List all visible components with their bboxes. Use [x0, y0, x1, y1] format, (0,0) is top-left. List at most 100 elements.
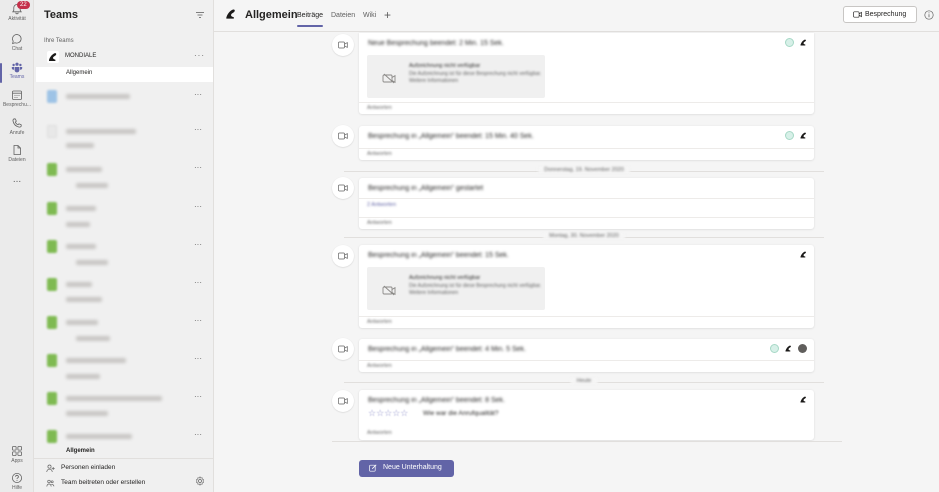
- phone-icon: [12, 118, 22, 128]
- team-row-blurred[interactable]: ···: [44, 278, 214, 314]
- rail-calls[interactable]: Anrufe: [0, 117, 34, 143]
- more-options-icon[interactable]: ···: [194, 316, 202, 325]
- post-title: Besprechung in „Allgemein“ beendet: 8 Se…: [368, 397, 505, 404]
- rail-teams[interactable]: Teams: [0, 61, 34, 87]
- meeting-post-marker: [332, 177, 354, 199]
- more-options-icon[interactable]: ···: [194, 125, 202, 134]
- calendar-icon: [12, 90, 22, 100]
- tab-wiki[interactable]: Wiki: [363, 12, 376, 19]
- team-avatar: [47, 240, 57, 253]
- recording-card[interactable]: Aufzeichnung nicht verfügbar Die Aufzeic…: [367, 267, 545, 310]
- add-person-icon: [46, 464, 55, 473]
- team-row-blurred[interactable]: ···: [44, 125, 214, 161]
- date-separator: Donnerstag, 19. November 2020: [344, 166, 824, 176]
- team-logo-icon: [800, 396, 806, 403]
- recording-link[interactable]: Weitere Informationen: [409, 78, 458, 84]
- video-camera-icon: [338, 184, 348, 192]
- date-separator: Montag, 30. November 2020: [344, 232, 824, 242]
- meet-button[interactable]: Besprechung: [843, 6, 917, 23]
- rail-help[interactable]: Hilfe: [0, 472, 34, 492]
- rail-help-label: Hilfe: [11, 485, 22, 491]
- help-icon: [12, 473, 22, 483]
- rail-chat-label: Chat: [11, 46, 23, 52]
- meeting-post[interactable]: Besprechung in „Allgemein“ beendet: 15 S…: [359, 245, 814, 328]
- video-camera-icon: [853, 11, 862, 18]
- team-row-blurred[interactable]: ···: [44, 316, 214, 352]
- date-separator: Heute: [344, 377, 824, 387]
- teams-panel: Teams Ihre Teams MONDIALE ··· Allgemein …: [34, 0, 214, 492]
- post-title: Besprechung in „Allgemein“ beendet: 4 Mi…: [368, 346, 526, 353]
- tab-beitraege[interactable]: Beiträge: [297, 12, 324, 27]
- team-row-blurred[interactable]: Allgemein ···: [44, 430, 214, 456]
- more-options-icon[interactable]: ···: [194, 430, 202, 439]
- rail-chat[interactable]: Chat: [0, 33, 34, 59]
- avatar: [770, 344, 779, 353]
- reply-button[interactable]: Antworten: [359, 360, 814, 372]
- meeting-post[interactable]: Neue Besprechung beendet: 2 Min. 15 Sek.…: [359, 33, 814, 114]
- reply-label: Antworten: [367, 151, 392, 157]
- meeting-post-marker: [332, 125, 354, 147]
- video-camera-icon: [338, 132, 348, 140]
- recording-link[interactable]: Weitere Informationen: [409, 290, 458, 296]
- replies-link[interactable]: 2 Antworten: [367, 202, 396, 208]
- more-options-icon[interactable]: ···: [194, 90, 202, 99]
- channel-name: Allgemein: [66, 70, 93, 76]
- team-name-blurred: [76, 336, 110, 341]
- more-options-icon[interactable]: ···: [194, 354, 202, 363]
- rail-apps[interactable]: Apps: [0, 445, 34, 471]
- more-options-icon[interactable]: ···: [194, 163, 202, 172]
- reply-button[interactable]: Antworten: [359, 102, 814, 114]
- recording-unavailable-icon: [382, 73, 396, 84]
- team-avatar: [47, 392, 57, 405]
- team-name-blurred: [76, 260, 108, 265]
- panel-title: Teams: [44, 9, 79, 21]
- team-row-blurred[interactable]: ···: [44, 392, 214, 428]
- meeting-post[interactable]: Besprechung in „Allgemein“ beendet: 15 M…: [359, 126, 814, 160]
- team-row-blurred[interactable]: ···: [44, 354, 214, 390]
- reply-label: Antworten: [367, 319, 392, 325]
- team-logo-icon: [800, 251, 806, 258]
- team-row-blurred[interactable]: ···: [44, 202, 214, 238]
- tab-dateien[interactable]: Dateien: [331, 12, 355, 19]
- invite-people-label: Personen einladen: [61, 464, 116, 471]
- reply-button[interactable]: Antworten: [359, 217, 814, 229]
- meeting-post[interactable]: Besprechung in „Allgemein“ beendet: 4 Mi…: [359, 339, 814, 372]
- recording-unavailable-icon: [382, 285, 396, 296]
- filter-icon[interactable]: [195, 10, 205, 20]
- add-tab-button[interactable]: +: [384, 8, 391, 22]
- recording-title: Aufzeichnung nicht verfügbar: [409, 275, 481, 281]
- channel-info-icon[interactable]: [924, 10, 934, 20]
- channel-row-allgemein[interactable]: Allgemein: [36, 67, 213, 82]
- call-quality-stars[interactable]: ☆☆☆☆☆: [368, 408, 408, 419]
- recording-desc: Die Aufzeichnung ist für diese Besprechu…: [409, 71, 542, 77]
- rail-activity[interactable]: 22 Aktivität: [0, 1, 34, 29]
- gear-icon[interactable]: [195, 476, 205, 486]
- more-options-icon[interactable]: ···: [194, 51, 205, 60]
- team-name: MONDIALE: [65, 53, 97, 59]
- meeting-post-marker: [332, 245, 354, 267]
- rail-more-button[interactable]: ...: [0, 175, 34, 202]
- video-camera-icon: [338, 397, 348, 405]
- reply-button[interactable]: Antworten: [359, 428, 814, 440]
- reply-button[interactable]: Antworten: [359, 316, 814, 328]
- team-name-blurred: [66, 167, 102, 172]
- channel-name: Allgemein: [66, 448, 95, 454]
- meeting-post[interactable]: Besprechung in „Allgemein“ gestartet 2 A…: [359, 178, 814, 229]
- team-row-blurred[interactable]: ···: [44, 163, 214, 199]
- rail-calendar[interactable]: Besprechu...: [0, 89, 34, 115]
- date-separator-label: Montag, 30. November 2020: [543, 233, 625, 239]
- meeting-post-marker: [332, 34, 354, 56]
- meeting-post[interactable]: Besprechung in „Allgemein“ beendet: 8 Se…: [359, 390, 814, 440]
- rail-files[interactable]: Dateien: [0, 144, 34, 170]
- team-row-mondiale[interactable]: MONDIALE ···: [44, 50, 214, 66]
- more-options-icon[interactable]: ···: [194, 202, 202, 211]
- team-name-blurred: [66, 320, 98, 325]
- more-options-icon[interactable]: ···: [194, 278, 202, 287]
- new-conversation-button[interactable]: Neue Unterhaltung: [359, 460, 454, 477]
- more-options-icon[interactable]: ···: [194, 392, 202, 401]
- team-row-blurred[interactable]: ···: [44, 90, 214, 126]
- team-row-blurred[interactable]: ···: [44, 240, 214, 276]
- recording-card[interactable]: Aufzeichnung nicht verfügbar Die Aufzeic…: [367, 55, 545, 98]
- more-options-icon[interactable]: ···: [194, 240, 202, 249]
- reply-button[interactable]: Antworten: [359, 148, 814, 160]
